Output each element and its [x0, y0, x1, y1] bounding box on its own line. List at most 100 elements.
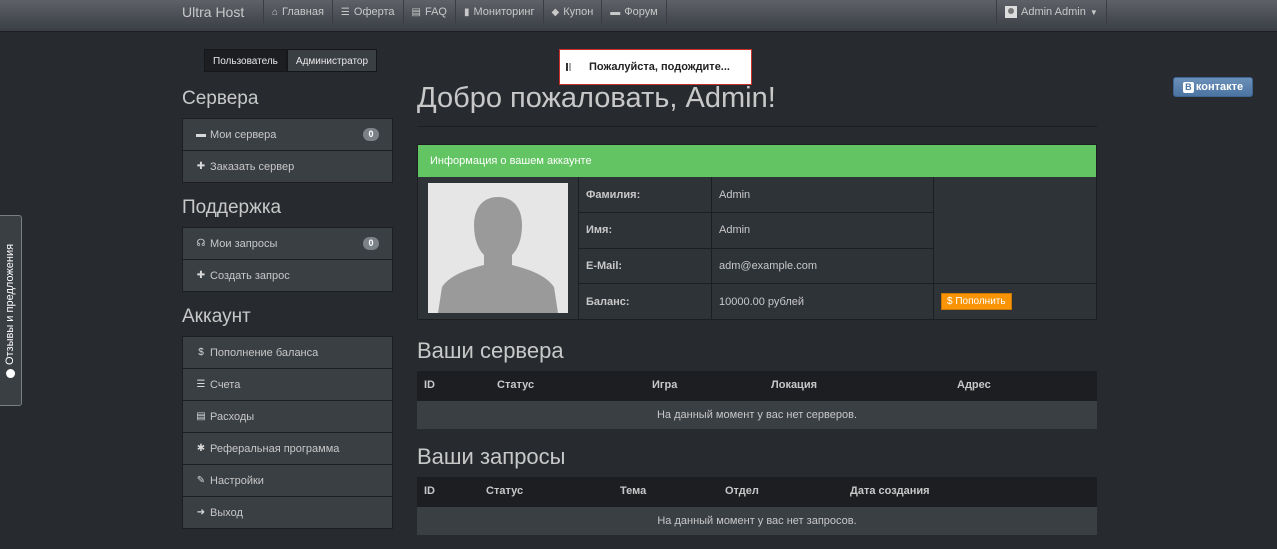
empty-message: На данный момент у вас нет запросов.: [417, 505, 1097, 535]
topup-button[interactable]: $ Пополнить: [941, 293, 1012, 310]
count-badge: 0: [363, 128, 379, 141]
nav-label: Оферта: [353, 6, 395, 18]
balance-value: 10000.00 рублей: [711, 283, 934, 319]
sidebar-item-my-servers[interactable]: ▬ Мои сервера 0: [182, 118, 393, 151]
table-row: На данный момент у вас нет серверов.: [417, 399, 1097, 429]
sidebar-item-invoices[interactable]: ☰ Счета: [182, 368, 393, 401]
sidebar-group-support: Поддержка ☊ Мои запросы 0 ✚ Создать запр…: [182, 195, 393, 292]
spinner-icon: [566, 63, 571, 71]
account-info-table: Фамилия: Admin Имя: Admin E-Mail: adm@ex…: [578, 177, 1096, 319]
role-admin-button[interactable]: Администратор: [286, 49, 378, 72]
plus-icon: ✚: [196, 161, 206, 172]
sidebar-item-order-server[interactable]: ✚ Заказать сервер: [182, 150, 393, 183]
column-header: Локация: [764, 371, 950, 400]
user-menu-dropdown[interactable]: Admin Admin ▼: [996, 0, 1107, 24]
sidebar-heading: Поддержка: [182, 197, 282, 218]
page-title: Добро пожаловать, Admin!: [417, 77, 1097, 127]
role-user-button[interactable]: Пользователь: [204, 49, 287, 72]
column-header: Дата создания: [843, 477, 1097, 506]
tag-icon: ◆: [551, 6, 560, 18]
sidebar-item-logout[interactable]: ➜ Выход: [182, 496, 393, 529]
info-label: Фамилия:: [578, 177, 712, 213]
server-icon: ▬: [196, 129, 206, 140]
sidebar-item-settings[interactable]: ✎ Настройки: [182, 464, 393, 497]
top-navbar: Ultra Host ⌂ Главная ☰ Оферта ▤ FAQ ▮ Мо…: [0, 0, 1277, 32]
feedback-tab[interactable]: Отзывы и предложения: [0, 215, 22, 406]
avatar: [428, 183, 568, 313]
sidebar-heading: Аккаунт: [182, 306, 251, 327]
vk-logo-icon: B: [1182, 81, 1194, 93]
sidebar-item-my-requests[interactable]: ☊ Мои запросы 0: [182, 227, 393, 260]
sidebar-item-label: Расходы: [210, 410, 255, 423]
sidebar-item-label: Реферальная программа: [210, 442, 340, 455]
main-nav: ⌂ Главная ☰ Оферта ▤ FAQ ▮ Мониторинг ◆ …: [263, 0, 667, 24]
table-row: Баланс: 10000.00 рублей $ Пополнить: [578, 283, 1096, 319]
sidebar-item-label: Настройки: [210, 474, 264, 487]
panel-heading: Информация о вашем аккаунте: [418, 145, 1096, 177]
info-empty-cell: [933, 248, 1096, 284]
vk-label: контакте: [1195, 81, 1244, 93]
ledger-icon: ▤: [196, 411, 206, 422]
sidebar-group-servers: Сервера ▬ Мои сервера 0 ✚ Заказать серве…: [182, 86, 393, 183]
headphones-icon: ☊: [196, 238, 206, 249]
column-header: Статус: [490, 371, 645, 400]
column-header: Отдел: [718, 477, 843, 506]
nav-label: Мониторинг: [473, 6, 535, 18]
info-label: Имя:: [578, 212, 712, 249]
sidebar-item-topup[interactable]: $ Пополнение баланса: [182, 336, 393, 369]
table-header-row: ID Статус Тема Отдел Дата создания: [417, 477, 1097, 506]
user-avatar-icon: [1005, 6, 1017, 18]
vk-button[interactable]: B контакте: [1173, 77, 1253, 97]
asterisk-icon: ✱: [196, 443, 206, 454]
nav-faq[interactable]: ▤ FAQ: [402, 0, 455, 24]
table-row: Имя: Admin: [578, 212, 1096, 249]
nav-forum[interactable]: ▬ Форум: [601, 0, 667, 24]
column-header: Статус: [479, 477, 613, 506]
plus-icon: ✚: [196, 270, 206, 281]
nav-monitoring[interactable]: ▮ Мониторинг: [455, 0, 543, 24]
sidebar-heading: Сервера: [182, 88, 259, 109]
table-row: E-Mail: adm@example.com: [578, 248, 1096, 284]
sidebar-item-referral[interactable]: ✱ Реферальная программа: [182, 432, 393, 465]
dollar-icon: $: [198, 347, 204, 358]
sidebar-item-label: Пополнение баланса: [210, 346, 319, 359]
sidebar-item-label: Выход: [210, 506, 243, 519]
nav-offer[interactable]: ☰ Оферта: [331, 0, 403, 24]
sidebar-item-label: Заказать сервер: [210, 160, 295, 173]
wrench-icon: ✎: [196, 475, 206, 486]
nav-label: Форум: [624, 6, 658, 18]
role-switch: Пользователь Администратор: [204, 49, 378, 72]
table-header-row: ID Статус Игра Локация Адрес: [417, 371, 1097, 400]
info-value: adm@example.com: [711, 248, 934, 284]
home-icon: ⌂: [272, 6, 279, 18]
column-header: Игра: [645, 371, 764, 400]
user-name: Admin Admin: [1021, 6, 1086, 18]
main-content: Добро пожаловать, Admin! Информация о ва…: [417, 77, 1097, 535]
column-header: ID: [417, 371, 490, 400]
brand-logo[interactable]: Ultra Host: [182, 0, 244, 24]
caret-down-icon: ▼: [1089, 7, 1098, 17]
servers-table: ID Статус Игра Локация Адрес На данный м…: [417, 371, 1097, 429]
servers-title: Ваши сервера: [417, 338, 564, 363]
info-value: Admin: [711, 177, 934, 213]
sidebar-group-account: Аккаунт $ Пополнение баланса ☰ Счета ▤ Р…: [182, 304, 393, 529]
book-icon: ▤: [411, 6, 421, 18]
account-info-panel: Информация о вашем аккаунте Фамилия: Adm…: [417, 144, 1097, 320]
nav-label: Главная: [282, 6, 324, 18]
sidebar-item-label: Мои запросы: [210, 237, 278, 250]
sidebar-item-expenses[interactable]: ▤ Расходы: [182, 400, 393, 433]
sidebar-item-label: Счета: [210, 378, 241, 391]
sidebar-item-create-request[interactable]: ✚ Создать запрос: [182, 259, 393, 292]
comment-icon: ▬: [610, 6, 621, 18]
sidebar: Сервера ▬ Мои сервера 0 ✚ Заказать серве…: [182, 86, 393, 541]
nav-label: FAQ: [424, 6, 447, 18]
count-badge: 0: [363, 237, 379, 250]
bar-chart-icon: ▮: [464, 6, 470, 18]
requests-title: Ваши запросы: [417, 444, 566, 469]
table-row: Фамилия: Admin: [578, 177, 1096, 213]
nav-coupon[interactable]: ◆ Купон: [542, 0, 602, 24]
topup-cell: $ Пополнить: [933, 283, 1096, 319]
logout-icon: ➜: [196, 507, 206, 518]
nav-home[interactable]: ⌂ Главная: [263, 0, 332, 24]
info-label: Баланс:: [578, 283, 712, 319]
